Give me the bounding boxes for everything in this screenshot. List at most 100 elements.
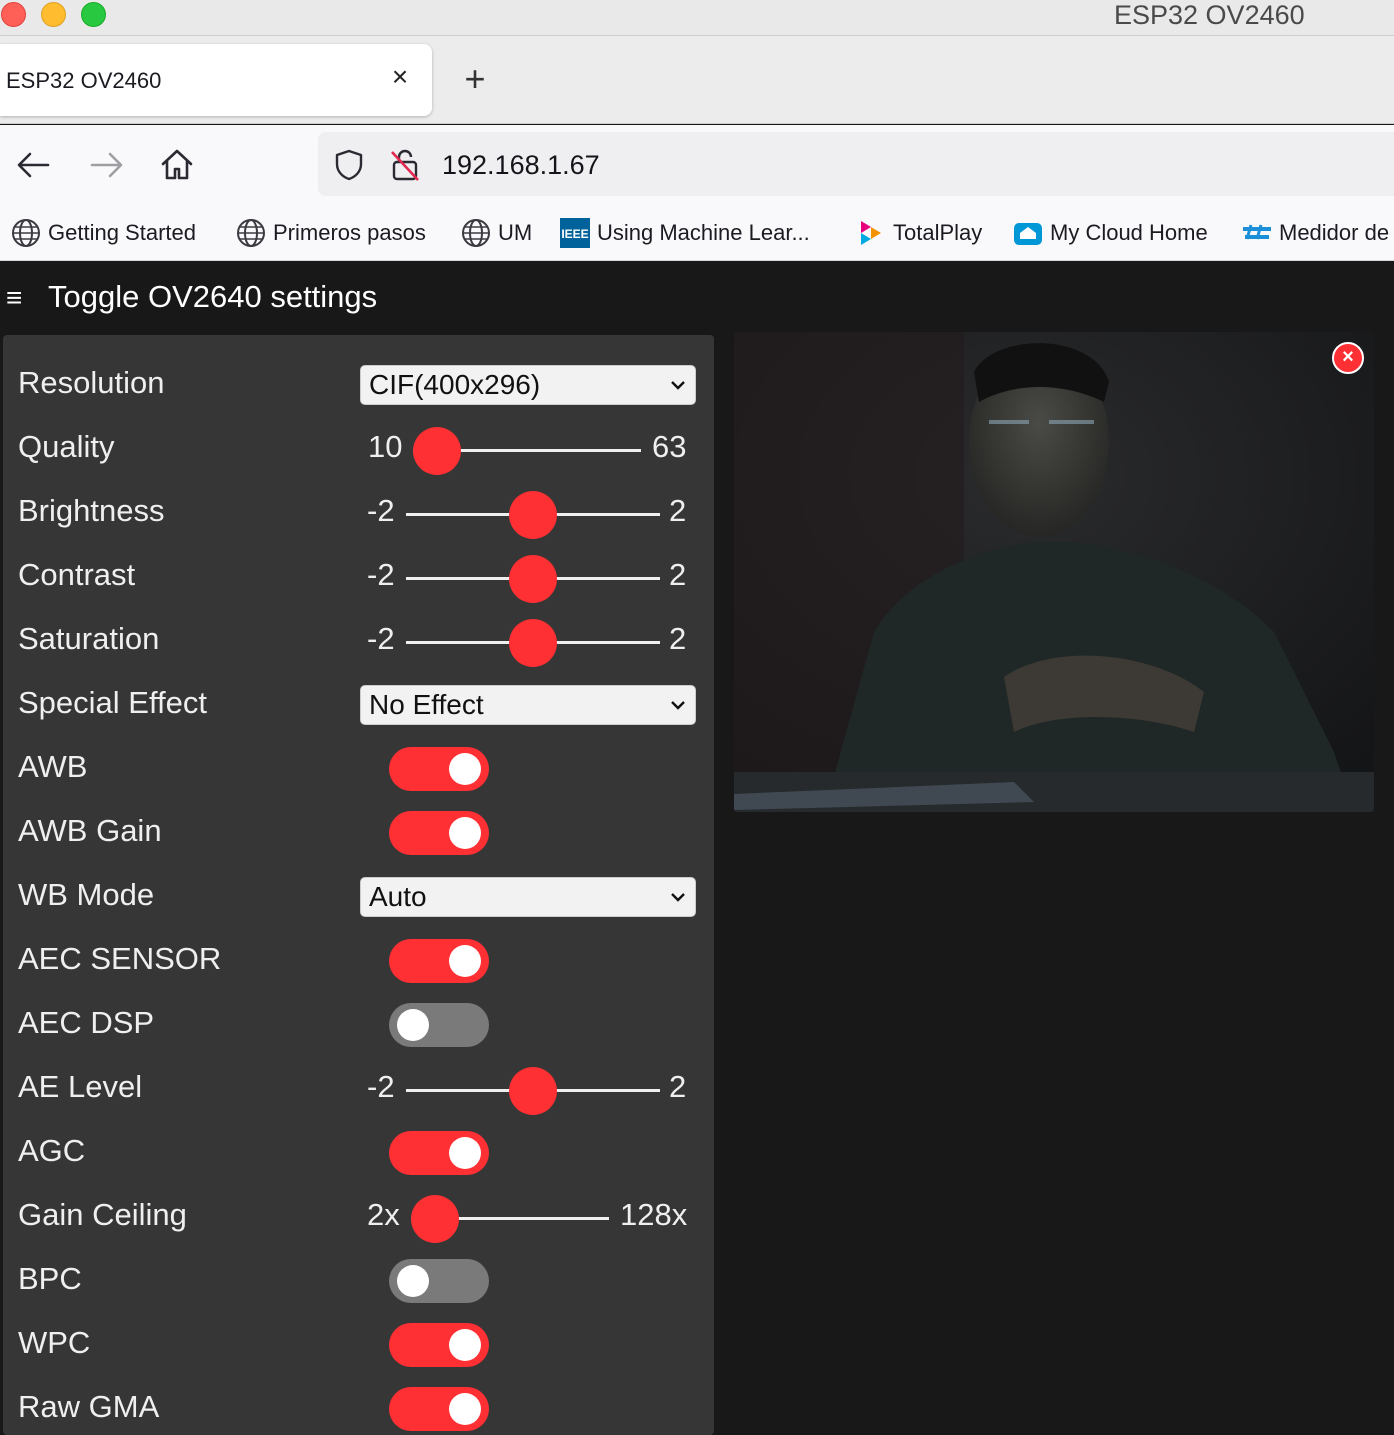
close-tab-icon[interactable]: × [384, 62, 416, 94]
ae-level-slider-thumb[interactable] [509, 1067, 557, 1115]
raw-gma-toggle[interactable] [389, 1387, 489, 1431]
camera-frame [734, 332, 1374, 812]
setting-wpc: WPC [3, 1315, 714, 1371]
setting-label: BPC [18, 1261, 82, 1296]
bookmark-label: Medidor de [1279, 220, 1390, 245]
settings-panel: Resolution CIF(400x296) Quality 10 63 Br… [3, 335, 714, 1435]
aec-sensor-toggle[interactable] [389, 939, 489, 983]
camera-web-page: ≡ Toggle OV2640 settings Resolution CIF(… [0, 262, 1394, 1435]
bpc-toggle[interactable] [389, 1259, 489, 1303]
tab-strip: ESP32 OV2460 × + [0, 36, 1394, 124]
ieee-icon: IEEE [560, 218, 590, 248]
bookmark-my-cloud-home[interactable]: My Cloud Home [1012, 215, 1208, 251]
toggle-knob [449, 753, 481, 785]
setting-special-effect: Special Effect No Effect [3, 675, 714, 731]
globe-icon [237, 219, 265, 247]
range-min: 10 [368, 429, 403, 464]
range-max: 2 [669, 1069, 687, 1104]
saturation-slider-thumb[interactable] [509, 619, 557, 667]
wpc-toggle[interactable] [389, 1323, 489, 1367]
bookmark-um[interactable]: UM [460, 215, 532, 251]
bookmark-getting-started[interactable]: Getting Started [10, 215, 196, 251]
bookmark-label: Getting Started [48, 220, 196, 245]
insecure-lock-icon[interactable] [388, 148, 422, 182]
back-arrow-icon[interactable] [14, 145, 54, 185]
setting-label: Raw GMA [18, 1389, 160, 1424]
wb-mode-value: Auto [369, 881, 427, 912]
bookmark-label: Primeros pasos [273, 220, 426, 245]
setting-aec-dsp: AEC DSP [3, 995, 714, 1051]
brightness-slider-thumb[interactable] [509, 491, 557, 539]
setting-label: Special Effect [18, 685, 207, 720]
new-tab-button[interactable]: + [458, 61, 492, 98]
agc-toggle[interactable] [389, 1131, 489, 1175]
quality-slider-thumb[interactable] [413, 427, 461, 475]
setting-wb-mode: WB Mode Auto [3, 867, 714, 923]
camera-stream-image [734, 332, 1374, 812]
range-max: 2 [669, 557, 687, 592]
toggle-knob [449, 817, 481, 849]
globe-icon [12, 219, 40, 247]
tab-esp32[interactable]: ESP32 OV2460 × [0, 44, 432, 116]
setting-resolution: Resolution CIF(400x296) [3, 355, 714, 411]
resolution-select[interactable]: CIF(400x296) [360, 365, 696, 405]
range-min: 2x [367, 1197, 400, 1232]
setting-bpc: BPC [3, 1251, 714, 1307]
aec-dsp-toggle[interactable] [389, 1003, 489, 1047]
close-stream-button[interactable]: × [1332, 342, 1364, 374]
setting-aec-sensor: AEC SENSOR [3, 931, 714, 987]
navigation-toolbar: 192.168.1.67 [0, 125, 1394, 205]
toggle-settings-label[interactable]: Toggle OV2640 settings [48, 279, 377, 315]
menu-toggle-icon[interactable]: ≡ [6, 284, 22, 312]
setting-awb-gain: AWB Gain [3, 803, 714, 859]
bookmark-medidor[interactable]: Medidor de [1241, 215, 1389, 251]
contrast-slider-thumb[interactable] [509, 555, 557, 603]
setting-label: AWB [18, 749, 88, 784]
setting-ae-level: AE Level -2 2 [3, 1059, 714, 1115]
zoom-window-button[interactable] [81, 2, 106, 27]
home-icon[interactable] [157, 145, 197, 185]
tracking-protection-shield-icon[interactable] [332, 148, 366, 182]
speed-icon [1243, 224, 1271, 240]
awb-gain-toggle[interactable] [389, 811, 489, 855]
range-min: -2 [367, 557, 395, 592]
awb-toggle[interactable] [389, 747, 489, 791]
setting-label: Saturation [18, 621, 160, 656]
bookmark-label: UM [498, 220, 533, 245]
setting-label: Contrast [18, 557, 136, 592]
resolution-value: CIF(400x296) [369, 369, 541, 400]
setting-agc: AGC [3, 1123, 714, 1179]
address-bar[interactable]: 192.168.1.67 [318, 132, 1394, 196]
setting-gain-ceiling: Gain Ceiling 2x 128x [3, 1187, 714, 1243]
setting-brightness: Brightness -2 2 [3, 483, 714, 539]
gain-ceiling-slider-thumb[interactable] [411, 1195, 459, 1243]
wb-mode-select[interactable]: Auto [360, 877, 696, 917]
close-window-button[interactable] [1, 2, 26, 27]
range-min: -2 [367, 1069, 395, 1104]
toggle-knob [449, 1393, 481, 1425]
special-effect-value: No Effect [369, 689, 484, 720]
setting-awb: AWB [3, 739, 714, 795]
setting-label: AWB Gain [18, 813, 162, 848]
url-text[interactable]: 192.168.1.67 [442, 150, 600, 181]
toggle-knob [397, 1265, 429, 1297]
range-max: 2 [669, 493, 687, 528]
minimize-window-button[interactable] [41, 2, 66, 27]
range-max: 63 [652, 429, 687, 464]
range-max: 128x [620, 1197, 688, 1232]
bookmarks-toolbar: Getting Started Primeros pasos UM IEEE U… [0, 205, 1394, 261]
bookmark-using-machine-learning[interactable]: IEEE Using Machine Lear... [559, 215, 810, 251]
setting-label: AGC [18, 1133, 86, 1168]
setting-label: Gain Ceiling [18, 1197, 187, 1232]
chevron-down-icon [671, 893, 685, 902]
bookmark-label: Using Machine Lear... [597, 220, 810, 245]
bookmark-primeros-pasos[interactable]: Primeros pasos [235, 215, 426, 251]
window-title: ESP32 OV2460 [1114, 0, 1305, 30]
setting-label: WB Mode [18, 877, 155, 912]
range-min: -2 [367, 493, 395, 528]
special-effect-select[interactable]: No Effect [360, 685, 696, 725]
bookmark-totalplay[interactable]: TotalPlay [855, 215, 982, 251]
toggle-knob [449, 945, 481, 977]
forward-arrow-icon[interactable] [86, 145, 126, 185]
chevron-down-icon [671, 381, 685, 390]
